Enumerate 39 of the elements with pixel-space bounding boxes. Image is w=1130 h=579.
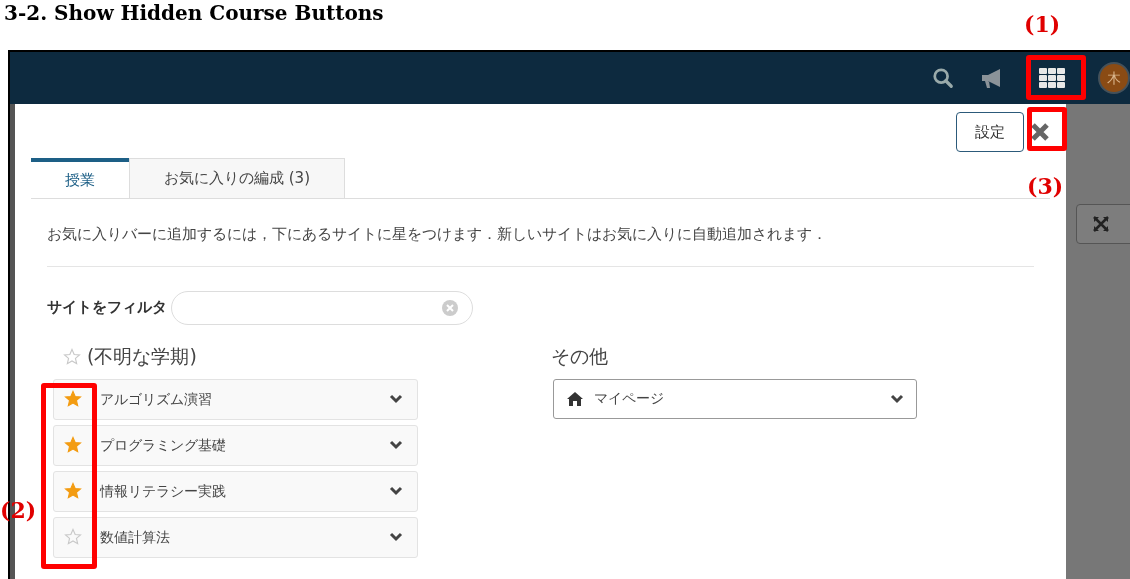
expand-icon <box>1093 216 1109 232</box>
site-row[interactable]: プログラミング基礎 <box>53 424 418 466</box>
filled-star-icon[interactable] <box>64 436 82 454</box>
site-name: アルゴリズム演習 <box>100 389 213 409</box>
term-heading: (不明な学期) <box>87 344 197 370</box>
tab[interactable]: お気に入りの編成 (3) <box>129 158 345 198</box>
fullscreen-button[interactable] <box>1076 204 1130 244</box>
page-heading: 3-2. Show Hidden Course Buttons <box>4 0 384 26</box>
site-dropdown[interactable]: マイページ <box>553 378 917 419</box>
other-heading: その他 <box>551 344 609 370</box>
site-name: プログラミング基礎 <box>100 435 227 455</box>
filter-label: サイトをフィルタ <box>47 297 167 319</box>
chevron-down-icon <box>389 532 403 542</box>
empty-star-icon[interactable] <box>64 528 82 546</box>
clear-icon[interactable] <box>442 299 458 316</box>
annotation-frame <box>1026 55 1086 100</box>
site-name: マイページ <box>594 389 665 408</box>
filled-star-icon[interactable] <box>64 482 82 500</box>
search-icon[interactable] <box>932 67 954 89</box>
settings-button[interactable]: 設定 <box>956 112 1024 152</box>
home-icon <box>566 390 584 407</box>
grid-icon <box>1039 68 1065 88</box>
filled-star-icon[interactable] <box>64 390 82 408</box>
site-name: 情報リテラシー実践 <box>100 481 227 501</box>
site-row[interactable]: アルゴリズム演習 <box>53 378 418 420</box>
site-name: 数値計算法 <box>100 527 171 547</box>
site-row[interactable]: 情報リテラシー実践 <box>53 470 418 512</box>
annotation-label: (3) <box>1027 172 1064 201</box>
chevron-down-icon <box>890 393 904 404</box>
site-row[interactable]: 数値計算法 <box>53 516 418 558</box>
empty-star-icon[interactable] <box>63 347 81 366</box>
chevron-down-icon <box>389 486 403 496</box>
annotation-frame <box>1027 107 1067 151</box>
close-icon[interactable] <box>1030 122 1050 142</box>
chevron-down-icon <box>389 440 403 450</box>
chevron-down-icon <box>389 394 403 404</box>
user-avatar[interactable]: 木 <box>1098 62 1130 94</box>
description-text: お気に入りバーに追加するには，下にあるサイトに星をつけます．新しいサイトはお気に入りに自動追加されます． <box>47 224 828 245</box>
annotation-label: (1) <box>1024 10 1061 39</box>
